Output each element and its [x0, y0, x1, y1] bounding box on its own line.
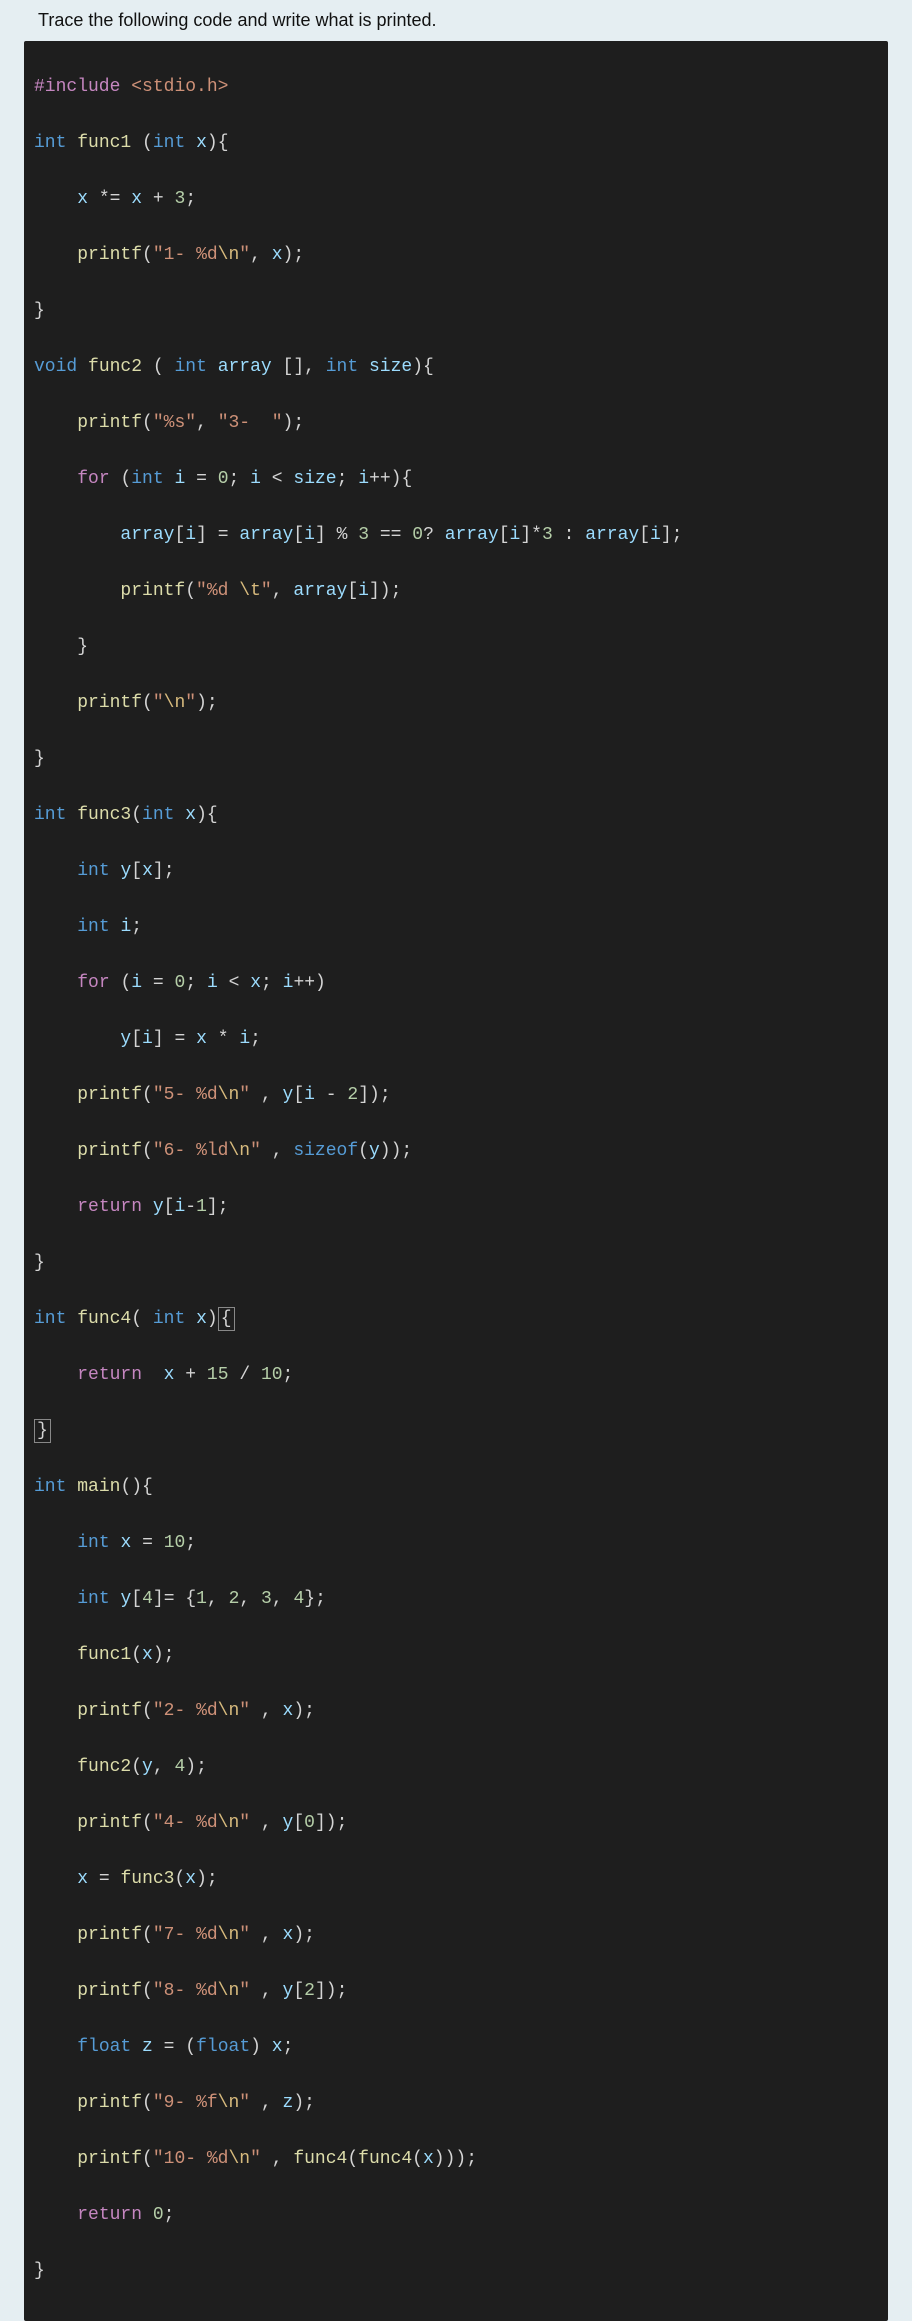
code-line: func1(x);: [24, 1641, 888, 1669]
code-line: }: [24, 633, 888, 661]
code-line: printf("4- %d\n" , y[0]);: [24, 1809, 888, 1837]
code-block: #include <stdio.h> int func1 (int x){ x …: [24, 41, 888, 2321]
code-line: int i;: [24, 913, 888, 941]
code-line: printf("1- %d\n", x);: [24, 241, 888, 269]
code-line: void func2 ( int array [], int size){: [24, 353, 888, 381]
code-line: int func4( int x){: [24, 1305, 888, 1333]
code-line: int y[x];: [24, 857, 888, 885]
code-line: }: [24, 1249, 888, 1277]
code-line: printf("5- %d\n" , y[i - 2]);: [24, 1081, 888, 1109]
code-line: x *= x + 3;: [24, 185, 888, 213]
code-line: return y[i-1];: [24, 1193, 888, 1221]
cursor-box: {: [218, 1307, 235, 1331]
code-line: y[i] = x * i;: [24, 1025, 888, 1053]
code-line: for (int i = 0; i < size; i++){: [24, 465, 888, 493]
code-line: int func3(int x){: [24, 801, 888, 829]
code-line: }: [24, 745, 888, 773]
question-text: Trace the following code and write what …: [0, 0, 912, 35]
cursor-box: }: [34, 1419, 51, 1443]
code-line: return 0;: [24, 2201, 888, 2229]
code-line: printf("\n");: [24, 689, 888, 717]
code-line: printf("%d \t", array[i]);: [24, 577, 888, 605]
code-line: printf("%s", "3- ");: [24, 409, 888, 437]
code-line: #include <stdio.h>: [24, 73, 888, 101]
code-line: printf("9- %f\n" , z);: [24, 2089, 888, 2117]
code-line: }: [24, 1417, 888, 1445]
code-line: for (i = 0; i < x; i++): [24, 969, 888, 997]
code-line: int func1 (int x){: [24, 129, 888, 157]
code-line: printf("6- %ld\n" , sizeof(y));: [24, 1137, 888, 1165]
code-line: float z = (float) x;: [24, 2033, 888, 2061]
code-line: printf("10- %d\n" , func4(func4(x)));: [24, 2145, 888, 2173]
code-line: }: [24, 297, 888, 325]
code-line: int main(){: [24, 1473, 888, 1501]
code-line: array[i] = array[i] % 3 == 0? array[i]*3…: [24, 521, 888, 549]
code-line: printf("8- %d\n" , y[2]);: [24, 1977, 888, 2005]
code-line: int x = 10;: [24, 1529, 888, 1557]
code-line: int y[4]= {1, 2, 3, 4};: [24, 1585, 888, 1613]
code-line: x = func3(x);: [24, 1865, 888, 1893]
code-line: return x + 15 / 10;: [24, 1361, 888, 1389]
code-line: printf("2- %d\n" , x);: [24, 1697, 888, 1725]
code-line: func2(y, 4);: [24, 1753, 888, 1781]
code-line: printf("7- %d\n" , x);: [24, 1921, 888, 1949]
code-line: }: [24, 2257, 888, 2285]
